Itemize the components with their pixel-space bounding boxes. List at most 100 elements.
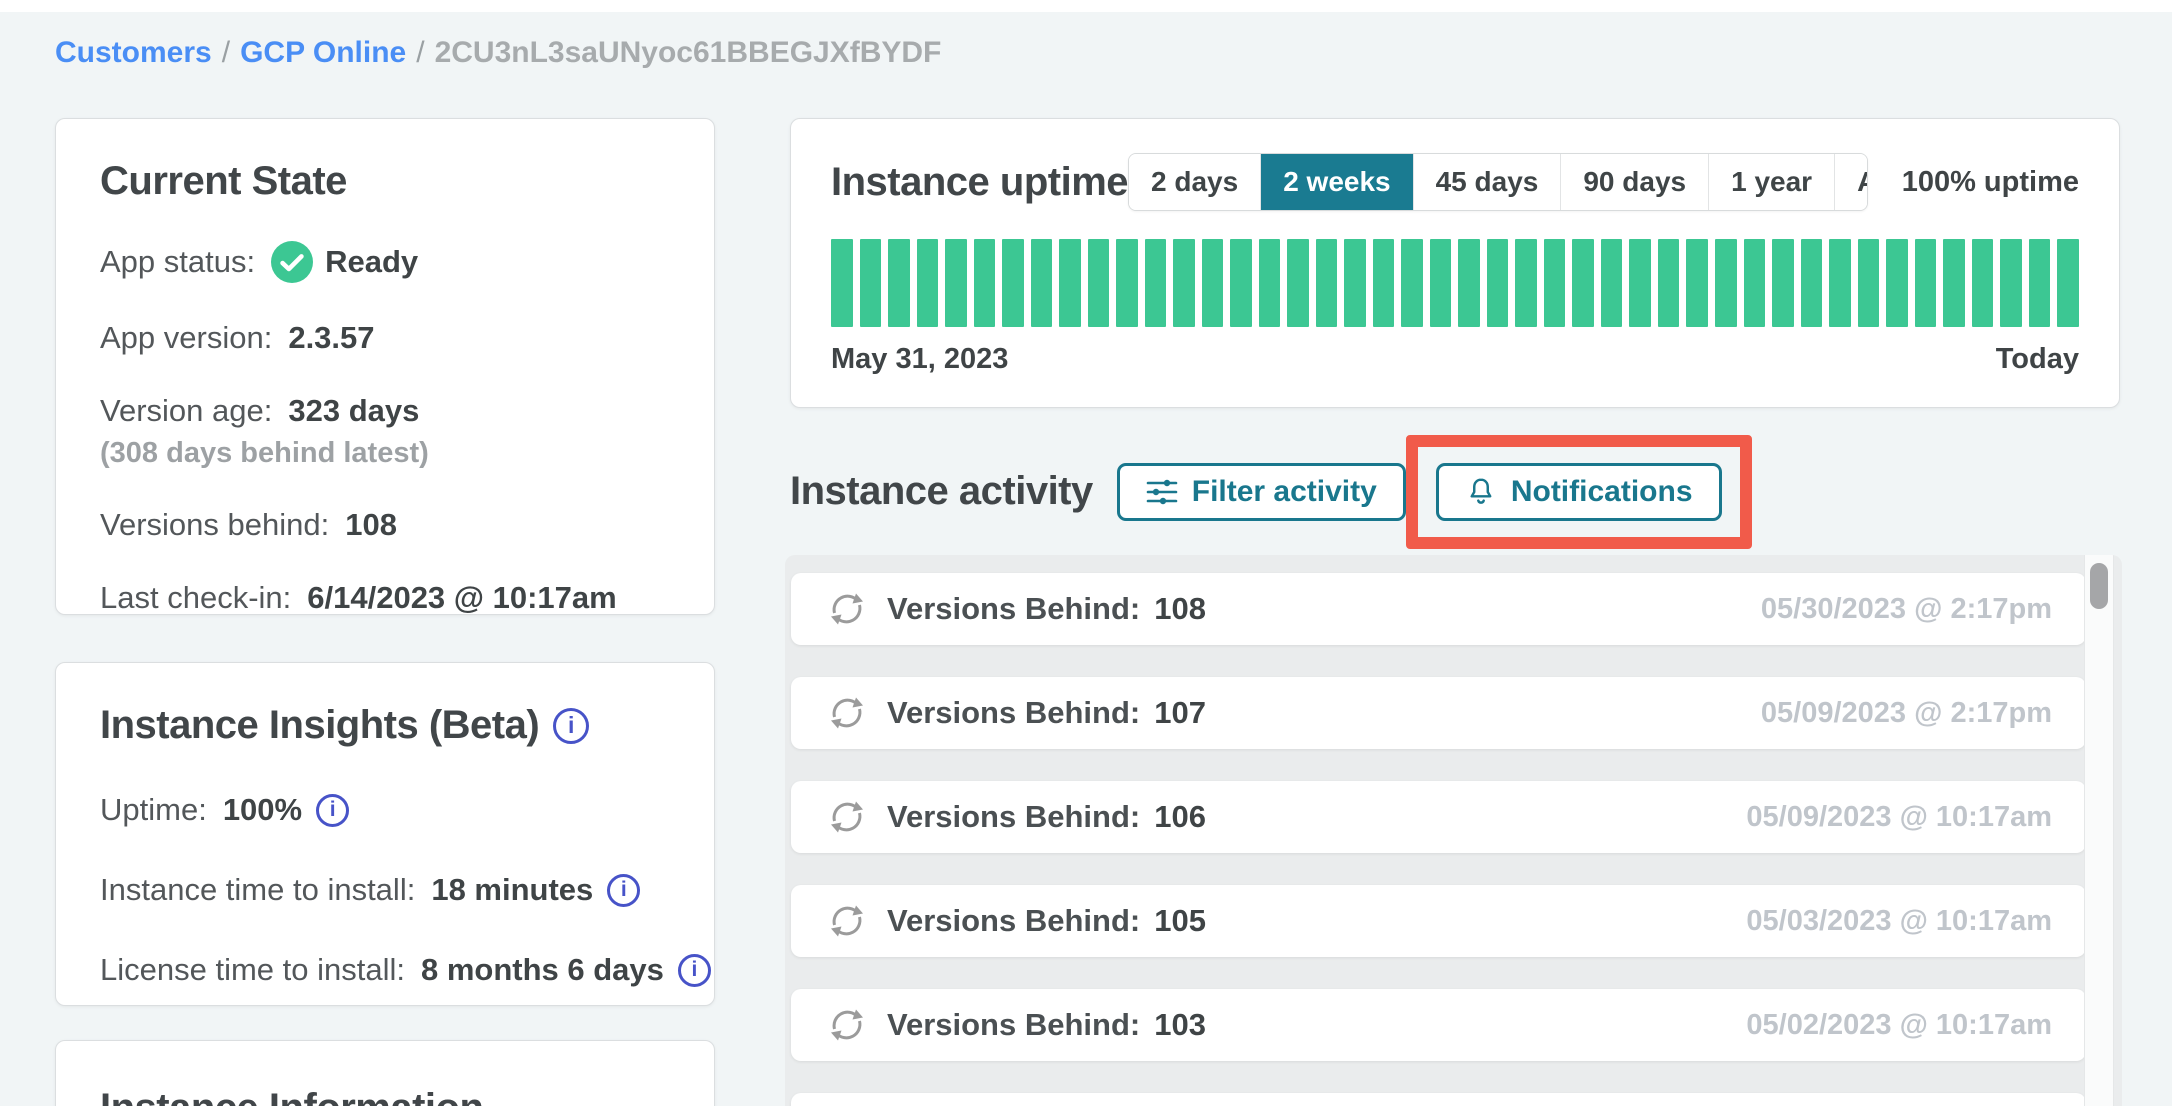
- breadcrumb-link-customers[interactable]: Customers: [55, 36, 212, 69]
- range-button-2-weeks[interactable]: 2 weeks: [1260, 154, 1412, 210]
- uptime-bar: [1544, 239, 1566, 327]
- uptime-bar: [831, 239, 853, 327]
- breadcrumb-link-customer[interactable]: GCP Online: [240, 36, 406, 69]
- current-state-title: Current State: [100, 159, 670, 204]
- breadcrumb-current-instance-id: 2CU3nL3saUNyoc61BBEGJXfBYDF: [435, 36, 942, 69]
- uptime-bar: [974, 239, 996, 327]
- range-button-2-days[interactable]: 2 days: [1129, 154, 1260, 210]
- breadcrumb-separator: /: [406, 36, 434, 69]
- uptime-bar: [1430, 239, 1452, 327]
- instance-uptime-title: Instance uptime: [831, 160, 1128, 205]
- activity-item-value: 103: [1154, 1007, 1206, 1043]
- app-version-row: App version: 2.3.57: [100, 320, 670, 356]
- activity-item-label: Versions Behind:: [887, 1007, 1140, 1043]
- filter-activity-button[interactable]: Filter activity: [1117, 463, 1406, 521]
- uptime-bar: [1858, 239, 1880, 327]
- breadcrumb-separator: /: [212, 36, 240, 69]
- uptime-bar: [2057, 239, 2079, 327]
- uptime-bar: [1373, 239, 1395, 327]
- refresh-icon: [825, 587, 869, 631]
- scrollbar-thumb[interactable]: [2090, 563, 2108, 609]
- activity-row[interactable]: Versions Behind: 105 05/03/2023 @ 10:17a…: [791, 885, 2086, 957]
- current-state-card: Current State App status: Ready App vers…: [55, 118, 715, 615]
- uptime-bar: [1572, 239, 1594, 327]
- top-edge-strip: [0, 0, 2172, 12]
- uptime-bar: [1943, 239, 1965, 327]
- range-button-all[interactable]: All: [1834, 154, 1868, 210]
- uptime-row: Uptime: 100%: [100, 792, 670, 828]
- activity-row[interactable]: Versions Behind: 103 05/02/2023 @ 10:17a…: [791, 989, 2086, 1061]
- app-status-label: App status:: [100, 244, 255, 280]
- instance-insights-title: Instance Insights (Beta): [100, 703, 539, 748]
- refresh-icon: [825, 1003, 869, 1047]
- uptime-range-segmented-control: 2 days 2 weeks 45 days 90 days 1 year Al…: [1128, 153, 1868, 211]
- activity-row[interactable]: Versions Behind: 107 05/09/2023 @ 2:17pm: [791, 677, 2086, 749]
- last-checkin-value: 6/14/2023 @ 10:17am: [307, 580, 616, 616]
- activity-row[interactable]: Versions Behind: 106 05/09/2023 @ 10:17a…: [791, 781, 2086, 853]
- info-icon[interactable]: [678, 954, 711, 987]
- uptime-bar: [888, 239, 910, 327]
- activity-row[interactable]: Versions Behind: 108 05/30/2023 @ 2:17pm: [791, 573, 2086, 645]
- uptime-bar: [1088, 239, 1110, 327]
- versions-behind-label: Versions behind:: [100, 507, 329, 543]
- activity-item-label: Versions Behind:: [887, 903, 1140, 939]
- info-icon[interactable]: [316, 794, 349, 827]
- activity-item-value: 107: [1154, 695, 1206, 731]
- uptime-bar: [1829, 239, 1851, 327]
- range-button-90-days[interactable]: 90 days: [1560, 154, 1708, 210]
- uptime-bar: [1515, 239, 1537, 327]
- version-age-note: (308 days behind latest): [100, 437, 670, 470]
- activity-item-label: Versions Behind:: [887, 799, 1140, 835]
- activity-item-timestamp: 05/03/2023 @ 10:17am: [1746, 905, 2052, 938]
- uptime-bar: [1202, 239, 1224, 327]
- activity-scrollbar[interactable]: [2084, 555, 2114, 1106]
- info-icon[interactable]: [607, 874, 640, 907]
- info-icon[interactable]: [553, 708, 589, 744]
- uptime-bar: [1658, 239, 1680, 327]
- refresh-icon: [825, 899, 869, 943]
- activity-item-value: 105: [1154, 903, 1206, 939]
- uptime-bar: [1316, 239, 1338, 327]
- instance-activity-list: Versions Behind: 108 05/30/2023 @ 2:17pm…: [791, 573, 2086, 1106]
- activity-item-timestamp: 05/30/2023 @ 2:17pm: [1761, 593, 2052, 626]
- uptime-start-date: May 31, 2023: [831, 343, 1008, 376]
- notifications-label: Notifications: [1511, 475, 1693, 509]
- activity-row-partial[interactable]: [791, 1093, 2086, 1106]
- instance-install-label: Instance time to install:: [100, 872, 415, 908]
- uptime-bar: [945, 239, 967, 327]
- bell-icon: [1465, 476, 1497, 508]
- activity-item-label: Versions Behind:: [887, 695, 1140, 731]
- uptime-end-label: Today: [1996, 343, 2079, 376]
- uptime-bar: [1259, 239, 1281, 327]
- breadcrumb: Customers/GCP Online/2CU3nL3saUNyoc61BBE…: [55, 36, 941, 70]
- versions-behind-row: Versions behind: 108: [100, 507, 670, 543]
- notifications-button[interactable]: Notifications: [1436, 463, 1722, 521]
- uptime-bar: [2029, 239, 2051, 327]
- instance-install-value: 18 minutes: [431, 872, 593, 908]
- uptime-bar: [1601, 239, 1623, 327]
- app-version-value[interactable]: 2.3.57: [288, 320, 374, 356]
- activity-item-value: 106: [1154, 799, 1206, 835]
- instance-information-card: Instance Information: [55, 1040, 715, 1106]
- uptime-bar: [1629, 239, 1651, 327]
- instance-install-row: Instance time to install: 18 minutes: [100, 872, 670, 908]
- range-button-45-days[interactable]: 45 days: [1413, 154, 1561, 210]
- uptime-bar: [1230, 239, 1252, 327]
- uptime-label: Uptime:: [100, 792, 207, 828]
- range-button-1-year[interactable]: 1 year: [1708, 154, 1834, 210]
- uptime-bar: [1715, 239, 1737, 327]
- uptime-bar: [1287, 239, 1309, 327]
- version-age-label: Version age:: [100, 393, 272, 429]
- uptime-bar: [2000, 239, 2022, 327]
- activity-item-timestamp: 05/02/2023 @ 10:17am: [1746, 1009, 2052, 1042]
- last-checkin-label: Last check-in:: [100, 580, 291, 616]
- license-install-row: License time to install: 8 months 6 days: [100, 952, 670, 988]
- uptime-bar: [1059, 239, 1081, 327]
- app-status-value: Ready: [325, 244, 418, 280]
- versions-behind-value: 108: [345, 507, 397, 543]
- refresh-icon: [825, 691, 869, 735]
- instance-uptime-card: Instance uptime 2 days 2 weeks 45 days 9…: [790, 118, 2120, 408]
- uptime-value: 100%: [223, 792, 302, 828]
- instance-activity-header: Instance activity Filter activity Notifi…: [790, 435, 2120, 548]
- uptime-bar: [1401, 239, 1423, 327]
